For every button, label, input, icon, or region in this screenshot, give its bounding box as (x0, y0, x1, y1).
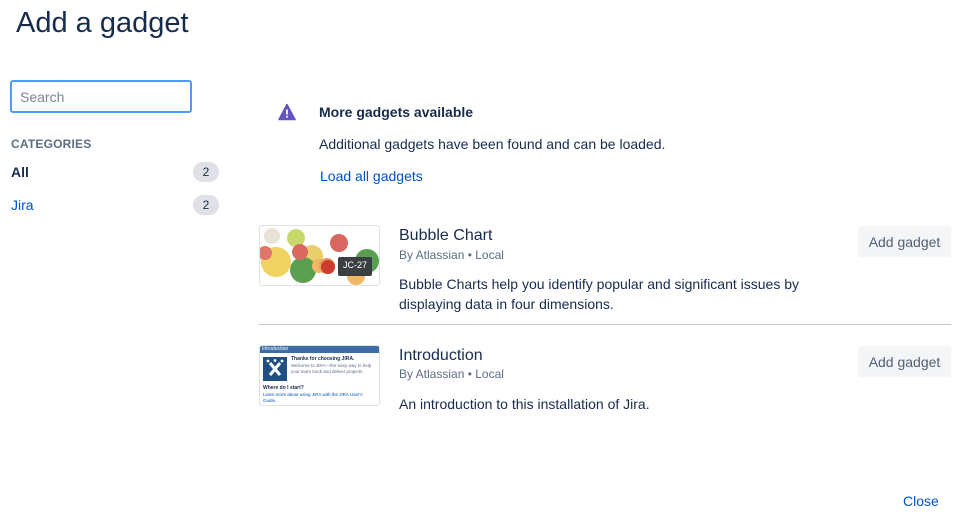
gadget-meta: By Atlassian • Local (399, 367, 504, 381)
warning-icon (278, 103, 296, 121)
categories-heading: CATEGORIES (11, 137, 92, 151)
gadget-description: An introduction to this installation of … (399, 396, 650, 412)
jira-logo-icon (263, 357, 287, 381)
thumbnail-footer: Learn more about using JIRA with the JIR… (263, 392, 363, 403)
bubble-chart-thumbnail: JC-27 (259, 225, 380, 286)
notice-title: More gadgets available (319, 104, 474, 120)
thumbnail-header: Introduction (262, 346, 289, 352)
load-all-gadgets-link[interactable]: Load all gadgets (320, 168, 423, 184)
category-label: Jira (11, 197, 34, 213)
close-link[interactable]: Close (903, 493, 939, 509)
thumbnail-body: Welcome to JIRA—the easy way to help you… (291, 363, 372, 374)
gadget-title: Introduction (399, 347, 483, 364)
thumbnail-tooltip: JC-27 (343, 260, 368, 270)
add-gadget-button[interactable]: Add gadget (858, 226, 951, 257)
add-gadget-button[interactable]: Add gadget (858, 346, 951, 377)
divider (259, 324, 951, 325)
thumbnail-heading: Thanks for choosing JIRA. (291, 356, 355, 362)
category-count-badge: 2 (193, 162, 219, 182)
dialog-title: Add a gadget (16, 7, 189, 39)
category-all[interactable]: All 2 (11, 161, 219, 183)
category-count-badge: 2 (193, 195, 219, 215)
search-input[interactable] (10, 80, 192, 113)
category-label: All (11, 164, 29, 180)
category-jira[interactable]: Jira 2 (11, 194, 219, 216)
thumbnail-subheading: Where do I start? (263, 385, 304, 391)
gadget-title: Bubble Chart (399, 227, 493, 244)
gadget-meta: By Atlassian • Local (399, 248, 504, 262)
notice-body: Additional gadgets have been found and c… (319, 136, 666, 152)
gadget-description: Bubble Charts help you identify popular … (399, 276, 800, 312)
introduction-thumbnail: Introduction Thanks for choosing JIRA. W… (259, 345, 380, 406)
